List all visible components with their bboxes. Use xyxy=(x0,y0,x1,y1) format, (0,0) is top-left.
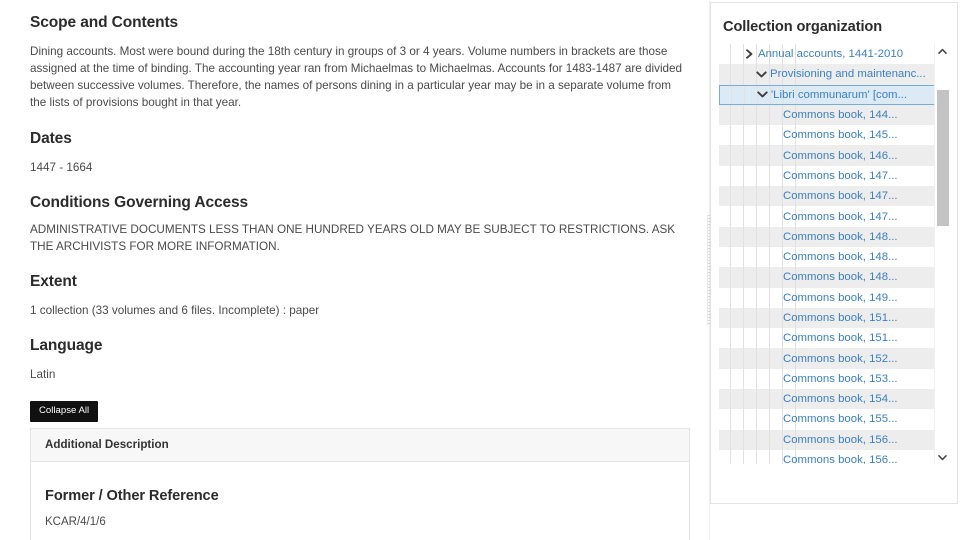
tree-item-label[interactable]: Commons book, 148... xyxy=(781,271,898,283)
tree-item-label[interactable]: 'Libri communarum' [com... xyxy=(769,89,907,101)
tree-item[interactable]: Commons book, 156... xyxy=(719,449,935,464)
tree-item-label[interactable]: Commons book, 146... xyxy=(781,150,898,162)
tree-item[interactable]: Commons book, 152... xyxy=(719,348,935,369)
section-heading-extent: Extent xyxy=(30,273,77,290)
tree-item-label[interactable]: Commons book, 148... xyxy=(781,251,898,263)
additional-description-card: Additional Description Former / Other Re… xyxy=(30,427,690,540)
section-body-scope-and-contents: Dining accounts. Most were bound during … xyxy=(30,45,683,109)
tree-item[interactable]: Commons book, 148... xyxy=(719,226,935,247)
tree-item-label[interactable]: Commons book, 156... xyxy=(781,434,898,446)
tree-item-selected[interactable]: 'Libri communarum' [com... xyxy=(719,84,935,105)
section-body-conditions-governing-access: ADMINISTRATIVE DOCUMENTS LESS THAN ONE H… xyxy=(30,223,676,253)
section-body-language: Latin xyxy=(30,368,56,381)
tree-item[interactable]: Commons book, 147... xyxy=(719,186,935,207)
tree-item-label[interactable]: Commons book, 153... xyxy=(781,373,898,385)
collapse-all-button[interactable]: Collapse All xyxy=(30,401,99,422)
section-heading-language: Language xyxy=(30,337,103,354)
additional-description-header: Additional Description xyxy=(31,428,689,462)
scrollbar-thumb[interactable] xyxy=(937,90,949,226)
tree-item[interactable]: Commons book, 144... xyxy=(719,104,935,126)
tree-item-label[interactable]: Commons book, 145... xyxy=(781,129,898,141)
tree-item[interactable]: Commons book, 148... xyxy=(719,267,935,288)
section-heading-conditions-governing-access: Conditions Governing Access xyxy=(30,194,249,211)
scroll-down-arrow-icon[interactable] xyxy=(935,450,949,464)
tree-item-label[interactable]: Commons book, 147... xyxy=(781,170,898,182)
collection-organization-panel: Collection organization Annual accounts,… xyxy=(710,2,958,504)
tree-item-label[interactable]: Commons book, 147... xyxy=(781,190,898,202)
tree-item-label[interactable]: Commons book, 149... xyxy=(781,292,898,304)
tree-item-label[interactable]: Commons book, 154... xyxy=(781,393,898,405)
tree-item[interactable]: Provisioning and maintenanc... xyxy=(719,64,935,85)
section-heading-scope-and-contents: Scope and Contents xyxy=(30,14,179,31)
section-body-dates: 1447 - 1664 xyxy=(30,161,93,174)
tree-item[interactable]: Annual accounts, 1441-2010 xyxy=(719,44,935,65)
tree-item-label[interactable]: Commons book, 152... xyxy=(781,353,898,365)
scrollbar-track[interactable] xyxy=(936,58,949,450)
tree-item-label[interactable]: Commons book, 148... xyxy=(781,231,898,243)
tree-item[interactable]: Commons book, 146... xyxy=(719,145,935,166)
tree-item-label[interactable]: Commons book, 151... xyxy=(781,312,898,324)
tree-item[interactable]: Commons book, 149... xyxy=(719,287,935,308)
tree-item-label[interactable]: Commons book, 144... xyxy=(781,109,898,121)
collection-tree-rows: Annual accounts, 1441-2010 Provisioning a… xyxy=(719,44,935,464)
tree-item[interactable]: Commons book, 156... xyxy=(719,429,935,450)
tree-item[interactable]: Commons book, 153... xyxy=(719,368,935,390)
collection-tree: Annual accounts, 1441-2010 Provisioning a… xyxy=(719,44,949,464)
subsection-value-former-other-reference: KCAR/4/1/6 xyxy=(45,515,106,528)
subsection-heading-former-other-reference: Former / Other Reference xyxy=(45,487,219,504)
tree-item[interactable]: Commons book, 148... xyxy=(719,246,935,268)
tree-item-label[interactable]: Commons book, 147... xyxy=(781,211,898,223)
tree-item-label[interactable]: Commons book, 155... xyxy=(781,413,898,425)
scroll-up-arrow-icon[interactable] xyxy=(935,44,949,58)
tree-item[interactable]: Commons book, 151... xyxy=(719,328,935,349)
tree-item-label[interactable]: Annual accounts, 1441-2010 xyxy=(756,48,903,60)
tree-item-label[interactable]: Commons book, 151... xyxy=(781,332,898,344)
tree-item[interactable]: Commons book, 147... xyxy=(719,206,935,227)
additional-description-body: Former / Other Reference KCAR/4/1/6 Rela… xyxy=(31,462,689,540)
section-body-extent: 1 collection (33 volumes and 6 files. In… xyxy=(30,304,320,317)
tree-item-label[interactable]: Provisioning and maintenanc... xyxy=(768,68,926,80)
main-content: Scope and Contents Dining accounts. Most… xyxy=(0,0,704,540)
tree-item[interactable]: Commons book, 151... xyxy=(719,307,935,329)
tree-scrollbar[interactable] xyxy=(934,44,949,464)
chevron-down-icon[interactable] xyxy=(755,68,768,81)
chevron-down-icon[interactable] xyxy=(756,88,769,101)
tree-item[interactable]: Commons book, 154... xyxy=(719,389,935,410)
tree-item[interactable]: Commons book, 145... xyxy=(719,125,935,146)
panel-title: Collection organization xyxy=(723,19,883,35)
tree-item[interactable]: Commons book, 155... xyxy=(719,409,935,430)
tree-item[interactable]: Commons book, 147... xyxy=(719,165,935,187)
tree-item-label[interactable]: Commons book, 156... xyxy=(781,454,898,464)
chevron-right-icon[interactable] xyxy=(743,48,756,61)
section-heading-dates: Dates xyxy=(30,130,72,147)
